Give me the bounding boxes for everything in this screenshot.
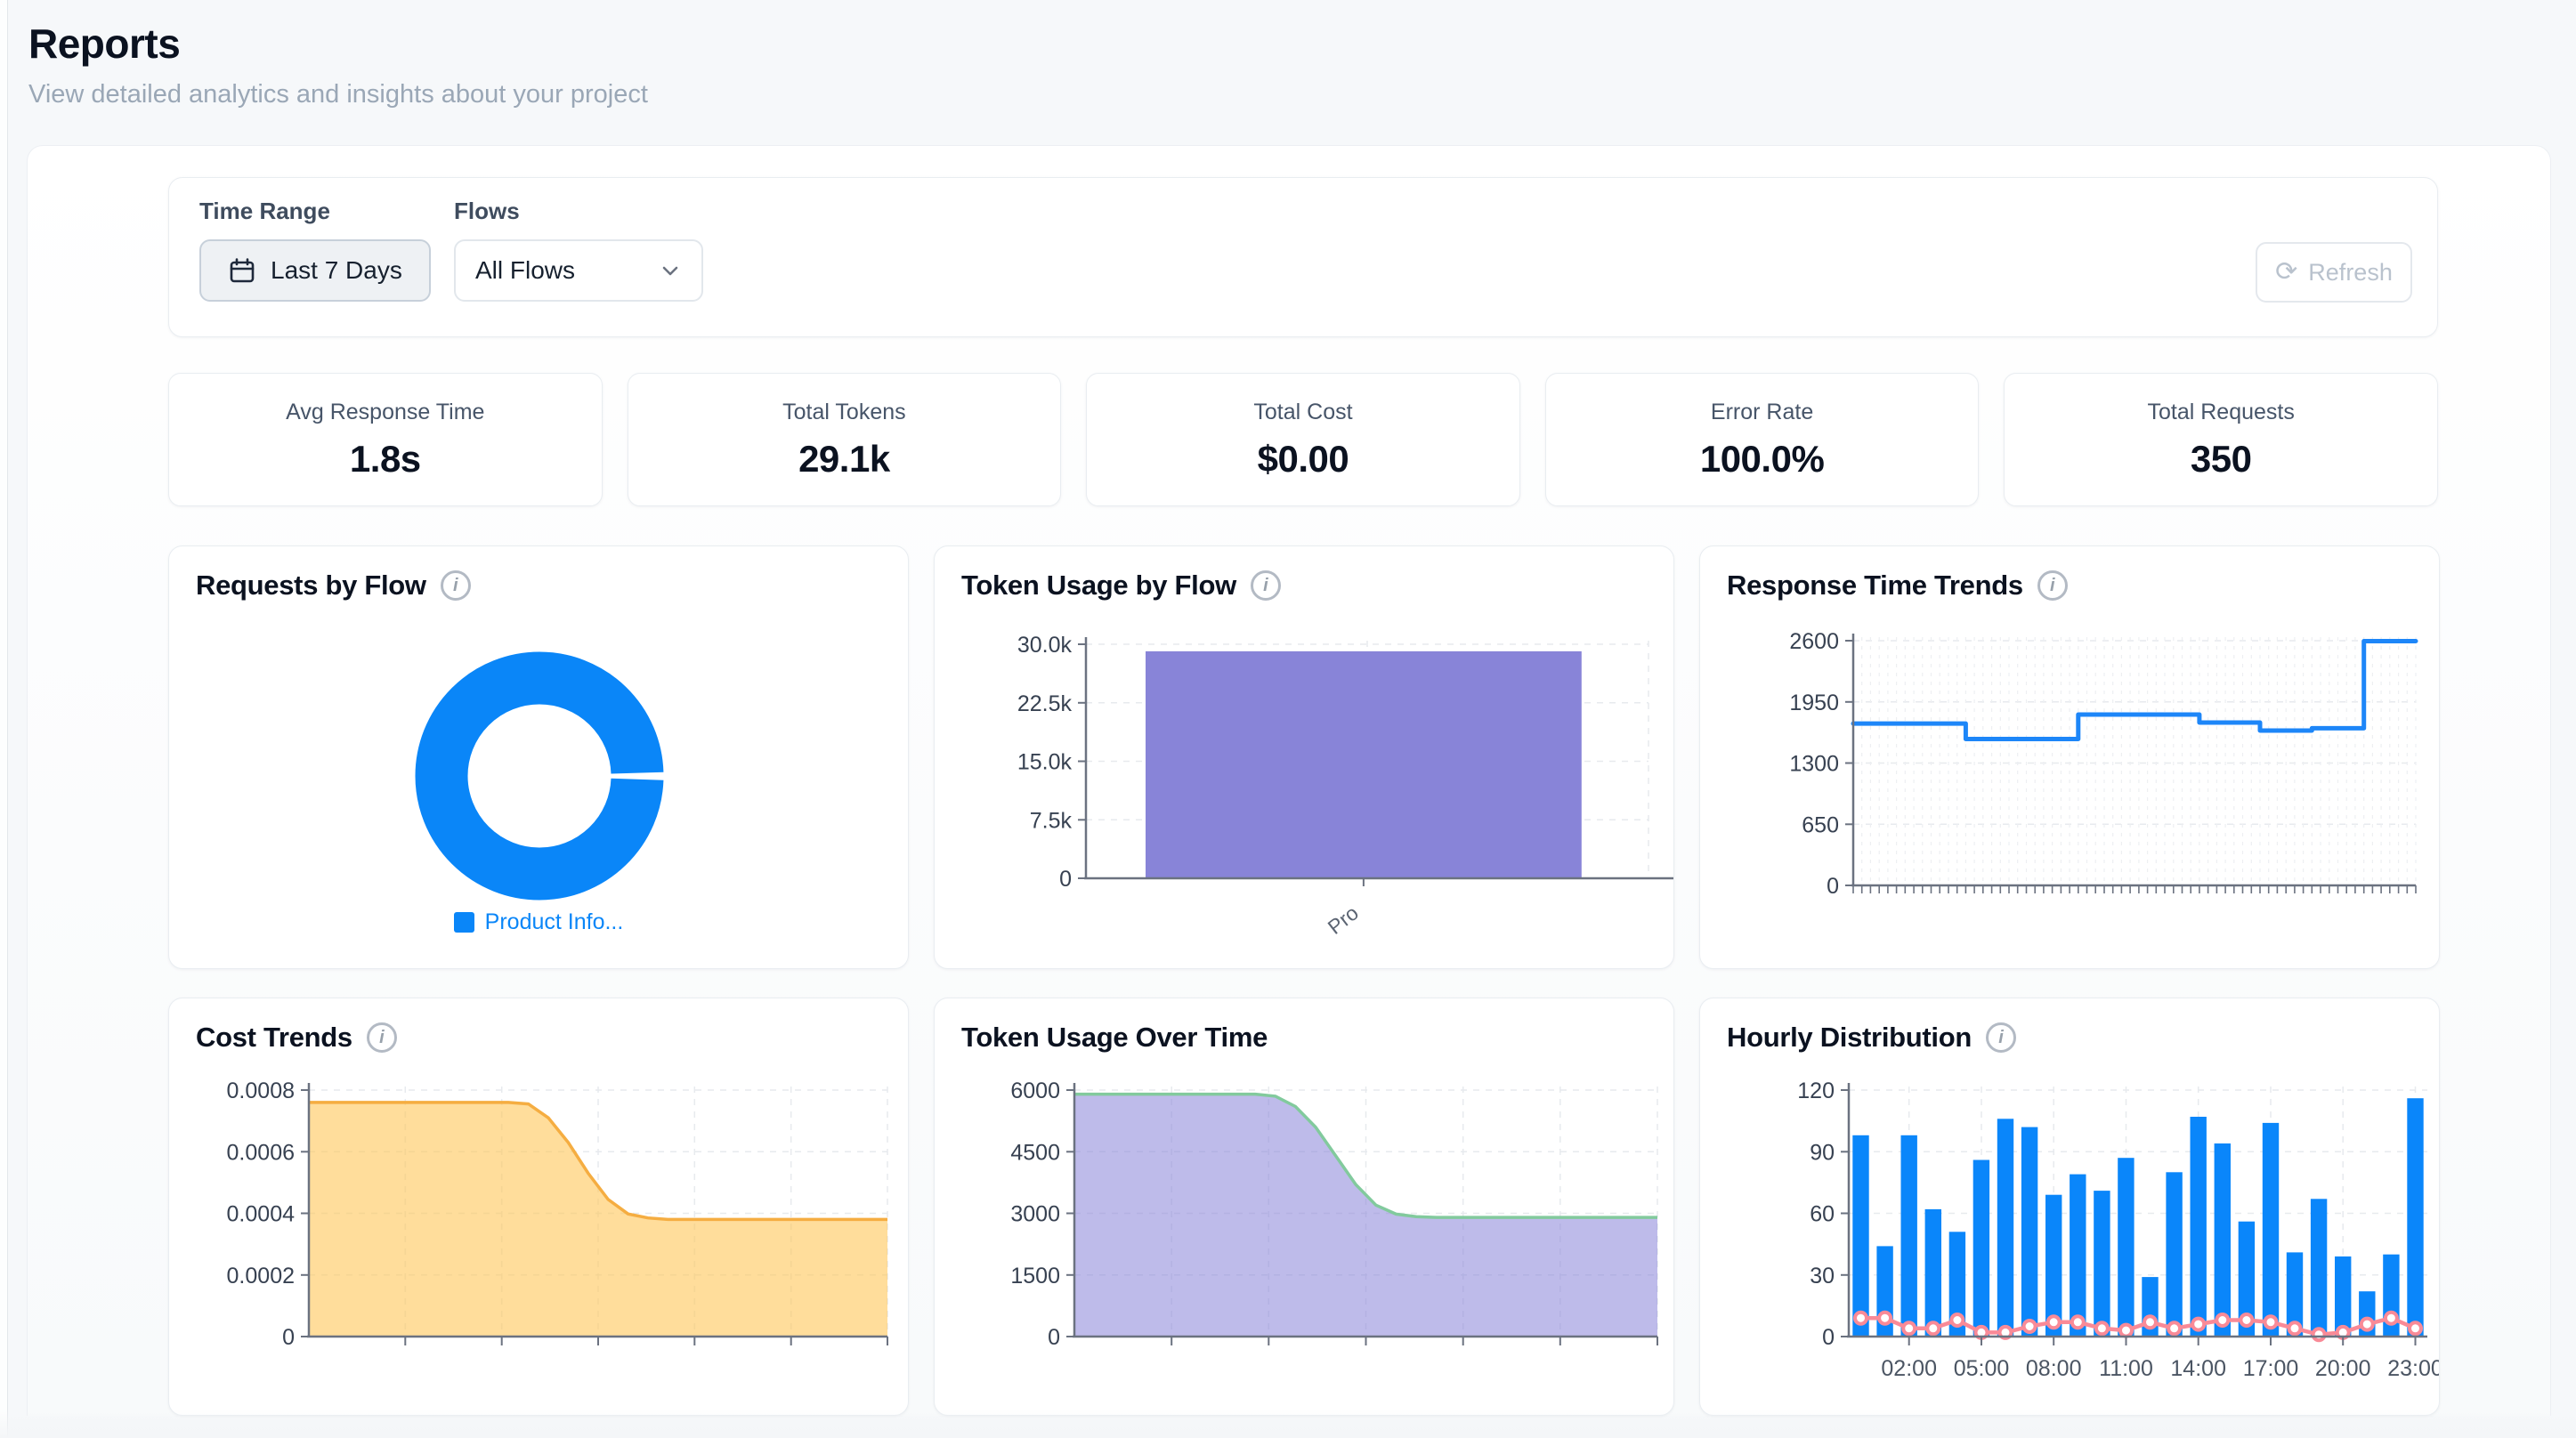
stat-value: 350 — [2191, 438, 2252, 481]
info-icon[interactable]: i — [1986, 1022, 2016, 1053]
time-range-group: Time Range Last 7 Days — [199, 198, 431, 302]
info-icon[interactable]: i — [441, 570, 471, 601]
filter-bar: Time Range Last 7 Days Flows All Flows — [168, 177, 2438, 337]
svg-text:0: 0 — [282, 1325, 295, 1350]
svg-text:30: 30 — [1810, 1264, 1835, 1289]
svg-text:2600: 2600 — [1789, 629, 1839, 654]
stat-label: Error Rate — [1711, 400, 1813, 425]
flows-label: Flows — [454, 198, 703, 225]
chart-token-usage-over-time: Token Usage Over Time 0 1500 3000 4500 6000 — [934, 998, 1674, 1416]
stat-value: $0.00 — [1258, 438, 1349, 481]
refresh-icon: ⟳ — [2275, 259, 2297, 286]
svg-text:4500: 4500 — [1010, 1140, 1060, 1165]
svg-text:08:00: 08:00 — [2026, 1356, 2082, 1381]
stat-label: Avg Response Time — [286, 400, 484, 425]
stat-total-requests: Total Requests 350 — [2004, 373, 2438, 506]
page-subtitle: View detailed analytics and insights abo… — [28, 80, 648, 109]
chart-title: Token Usage Over Time — [961, 1022, 1268, 1054]
info-icon[interactable]: i — [367, 1022, 397, 1053]
reports-panel: Time Range Last 7 Days Flows All Flows — [27, 145, 2551, 1416]
stat-value: 100.0% — [1700, 438, 1824, 481]
stat-label: Total Requests — [2147, 400, 2294, 425]
chart-title: Cost Trends — [196, 1022, 352, 1054]
bar-line-chart: 02:00 05:00 08:00 11:00 14:00 17:00 20:00 23:00… — [1700, 998, 2440, 1416]
stat-value: 29.1k — [798, 438, 890, 481]
time-range-button[interactable]: Last 7 Days — [199, 239, 431, 302]
svg-text:30.0k: 30.0k — [1017, 633, 1073, 658]
window-left-edge — [0, 0, 8, 1438]
svg-text:14:00: 14:00 — [2170, 1356, 2226, 1381]
refresh-label: Refresh — [2308, 259, 2393, 287]
donut-chart — [169, 546, 909, 969]
svg-text:02:00: 02:00 — [1881, 1356, 1937, 1381]
stat-label: Total Cost — [1253, 400, 1352, 425]
chart-title: Token Usage by Flow — [961, 570, 1236, 602]
svg-text:7.5k: 7.5k — [1030, 808, 1073, 833]
stat-total-cost: Total Cost $0.00 — [1086, 373, 1520, 506]
svg-text:0: 0 — [1048, 1325, 1060, 1350]
stat-label: Total Tokens — [782, 400, 906, 425]
svg-text:90: 90 — [1810, 1140, 1835, 1165]
legend-swatch — [454, 912, 474, 933]
chevron-down-icon — [659, 259, 682, 282]
svg-text:0.0002: 0.0002 — [227, 1264, 295, 1289]
area-chart: 0 0.0002 0.0004 0.0006 0.0008 — [169, 998, 909, 1416]
svg-text:23:00: 23:00 — [2387, 1356, 2440, 1381]
chart-token-usage-by-flow: Token Usage by Flow i Pro 0 7.5k 15.0k 22.5k… — [934, 545, 1674, 969]
chart-legend[interactable]: Product Info... — [169, 909, 908, 935]
chart-title: Requests by Flow — [196, 570, 426, 602]
page-title: Reports — [28, 20, 648, 68]
time-range-value: Last 7 Days — [271, 256, 402, 285]
svg-text:Pro: Pro — [1324, 901, 1363, 939]
svg-text:0: 0 — [1059, 867, 1072, 892]
area-chart: 0 1500 3000 4500 6000 — [935, 998, 1674, 1416]
time-range-label: Time Range — [199, 198, 431, 225]
svg-text:0.0008: 0.0008 — [227, 1078, 295, 1103]
page-header: Reports View detailed analytics and insi… — [28, 20, 648, 109]
svg-text:0.0006: 0.0006 — [227, 1140, 295, 1165]
chart-title: Hourly Distribution — [1727, 1022, 1972, 1054]
svg-text:1300: 1300 — [1789, 752, 1839, 777]
bar-chart: Pro 0 7.5k 15.0k 22.5k 30.0k — [935, 546, 1674, 969]
svg-text:1500: 1500 — [1010, 1264, 1060, 1289]
chart-requests-by-flow: Requests by Flow i Product Info... — [168, 545, 909, 969]
svg-text:0: 0 — [1827, 874, 1839, 899]
svg-text:05:00: 05:00 — [1954, 1356, 2010, 1381]
svg-text:20:00: 20:00 — [2315, 1356, 2371, 1381]
refresh-button[interactable]: ⟳ Refresh — [2256, 242, 2412, 303]
stat-avg-response-time: Avg Response Time 1.8s — [168, 373, 603, 506]
info-icon[interactable]: i — [2037, 570, 2068, 601]
svg-text:650: 650 — [1802, 812, 1839, 837]
svg-text:1950: 1950 — [1789, 691, 1839, 715]
svg-text:11:00: 11:00 — [2099, 1356, 2153, 1381]
chart-hourly-distribution: Hourly Distribution i 02:00 05:00 08:00 11:… — [1699, 998, 2440, 1416]
svg-text:3000: 3000 — [1010, 1202, 1060, 1227]
stat-value: 1.8s — [350, 438, 421, 481]
stats-row: Avg Response Time 1.8s Total Tokens 29.1… — [168, 373, 2438, 506]
line-chart: 0 650 1300 1950 2600 — [1700, 546, 2440, 969]
svg-text:0: 0 — [1822, 1325, 1835, 1350]
stat-total-tokens: Total Tokens 29.1k — [628, 373, 1062, 506]
svg-text:15.0k: 15.0k — [1017, 750, 1073, 775]
stat-error-rate: Error Rate 100.0% — [1545, 373, 1980, 506]
bottom-fade — [0, 1410, 2576, 1438]
info-icon[interactable]: i — [1251, 570, 1281, 601]
chart-response-time-trends: Response Time Trends i 0 650 1300 1950 2600 — [1699, 545, 2440, 969]
legend-label: Product Info... — [485, 909, 624, 935]
svg-text:120: 120 — [1797, 1078, 1835, 1103]
calendar-icon — [228, 256, 256, 285]
flows-selected-value: All Flows — [475, 256, 575, 285]
flows-group: Flows All Flows — [454, 198, 703, 302]
chart-cost-trends: Cost Trends i 0 0.0002 0.0004 0.0006 0.0008 — [168, 998, 909, 1416]
flows-select[interactable]: All Flows — [454, 239, 703, 302]
svg-text:0.0004: 0.0004 — [227, 1202, 296, 1227]
svg-text:6000: 6000 — [1010, 1078, 1060, 1103]
svg-text:60: 60 — [1810, 1202, 1835, 1227]
svg-text:22.5k: 22.5k — [1017, 691, 1073, 716]
chart-title: Response Time Trends — [1727, 570, 2023, 602]
svg-text:17:00: 17:00 — [2243, 1356, 2299, 1381]
